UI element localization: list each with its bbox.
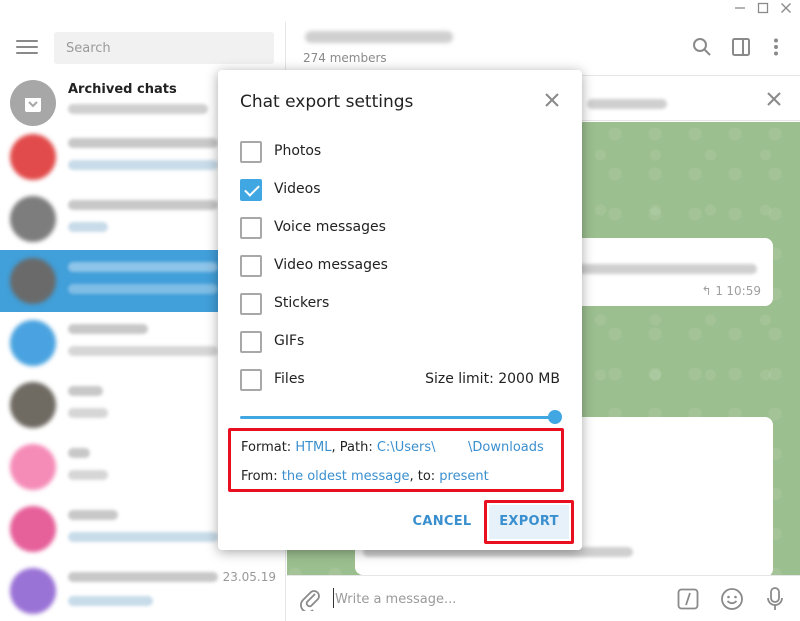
message-text — [577, 264, 757, 274]
option-files[interactable]: Files Size limit: 2000 MB — [240, 369, 560, 391]
photos-checkbox[interactable] — [240, 141, 262, 163]
minimize-icon[interactable] — [730, 2, 750, 20]
hamburger-menu-icon[interactable] — [16, 40, 38, 56]
close-pinned-icon[interactable] — [766, 91, 782, 111]
export-info-highlight: Format: HTML, Path: C:\Users\ \Downloads… — [228, 428, 564, 492]
option-label: Files — [274, 371, 305, 387]
reply-count: ↰ 1 — [701, 284, 723, 298]
maximize-icon[interactable] — [753, 2, 773, 20]
path-end: \Downloads — [468, 440, 544, 455]
gifs-checkbox[interactable] — [240, 331, 262, 353]
slider-track — [240, 416, 560, 419]
voice-messages-checkbox[interactable] — [240, 217, 262, 239]
chat-preview — [68, 222, 108, 232]
to-link[interactable]: present — [439, 469, 488, 484]
chat-preview — [68, 532, 218, 542]
path-link-end[interactable]: \Downloads — [468, 440, 544, 455]
message-composer — [287, 575, 800, 621]
option-video-messages[interactable]: Video messages — [240, 255, 560, 277]
avatar — [10, 258, 56, 304]
chat-title — [305, 31, 453, 43]
export-button-highlight: EXPORT — [484, 500, 574, 544]
from-link[interactable]: the oldest message — [282, 469, 410, 484]
message-input[interactable] — [335, 589, 655, 609]
avatar — [10, 382, 56, 428]
slider-handle[interactable] — [548, 410, 562, 424]
close-icon[interactable] — [776, 2, 796, 20]
window-titlebar — [0, 0, 800, 22]
message-bubble[interactable]: ↰ 1 10:59 — [557, 238, 773, 306]
videos-checkbox[interactable] — [240, 179, 262, 201]
chat-name — [68, 262, 218, 272]
chat-preview — [68, 470, 108, 480]
sidebar-toggle-icon[interactable] — [730, 36, 752, 58]
chat-export-dialog: Chat export settings Photos Videos Voice… — [218, 70, 582, 550]
chat-name — [68, 572, 218, 582]
avatar — [10, 444, 56, 490]
option-label: Videos — [274, 181, 321, 197]
attach-icon[interactable] — [299, 587, 321, 615]
chat-name — [68, 200, 218, 210]
from-label: From: — [241, 469, 282, 484]
stickers-checkbox[interactable] — [240, 293, 262, 315]
chat-preview — [68, 160, 218, 170]
export-button[interactable]: EXPORT — [489, 505, 569, 539]
pinned-text — [587, 99, 667, 109]
size-limit-label: Size limit: 2000 MB — [425, 371, 560, 387]
message-time: 10:59 — [726, 284, 761, 298]
chat-item[interactable]: 23.05.19 — [0, 560, 285, 621]
format-label: Format: — [241, 440, 296, 455]
chat-preview — [68, 346, 218, 356]
avatar — [10, 568, 56, 614]
option-label: Stickers — [274, 295, 330, 311]
chat-preview — [68, 284, 218, 294]
chat-name — [68, 510, 118, 520]
search-icon[interactable] — [691, 36, 713, 58]
option-label: GIFs — [274, 333, 305, 349]
chat-name — [68, 386, 103, 396]
commands-icon[interactable] — [677, 588, 699, 614]
to-label: , to: — [409, 469, 440, 484]
option-voice-messages[interactable]: Voice messages — [240, 217, 560, 239]
option-label: Video messages — [274, 257, 388, 273]
chat-preview — [68, 104, 208, 114]
more-options-icon[interactable] — [765, 36, 787, 58]
chat-name: Archived chats — [68, 82, 177, 97]
dialog-title: Chat export settings — [240, 92, 414, 112]
search-input[interactable] — [66, 32, 274, 64]
option-stickers[interactable]: Stickers — [240, 293, 560, 315]
archive-icon — [10, 80, 56, 126]
avatar — [10, 196, 56, 242]
option-photos[interactable]: Photos — [240, 141, 560, 163]
option-label: Photos — [274, 143, 322, 159]
text-caret — [333, 588, 334, 608]
format-path-line: Format: HTML, Path: C:\Users\ — [241, 440, 435, 455]
microphone-icon[interactable] — [765, 586, 785, 616]
members-count: 274 members — [303, 51, 387, 65]
files-checkbox[interactable] — [240, 369, 262, 391]
path-label: , Path: — [331, 440, 377, 455]
close-icon[interactable] — [544, 92, 560, 108]
option-gifs[interactable]: GIFs — [240, 331, 560, 353]
avatar — [10, 320, 56, 366]
search-box[interactable] — [54, 32, 274, 64]
chat-date: 23.05.19 — [222, 570, 276, 584]
avatar — [10, 134, 56, 180]
avatar — [10, 506, 56, 552]
size-limit-slider[interactable] — [240, 410, 562, 426]
video-messages-checkbox[interactable] — [240, 255, 262, 277]
option-label: Voice messages — [274, 219, 386, 235]
chat-header: 274 members — [287, 22, 800, 76]
chat-name — [68, 448, 90, 458]
cancel-button[interactable]: CANCEL — [410, 508, 474, 536]
format-link[interactable]: HTML — [295, 440, 331, 455]
chat-preview — [68, 596, 153, 606]
option-videos[interactable]: Videos — [240, 179, 560, 201]
path-link[interactable]: C:\Users\ — [377, 440, 436, 455]
chat-name — [68, 138, 218, 148]
chat-preview — [68, 408, 108, 418]
chat-name — [68, 324, 148, 334]
date-range-line: From: the oldest message, to: present — [241, 469, 489, 484]
emoji-icon[interactable] — [720, 587, 744, 615]
